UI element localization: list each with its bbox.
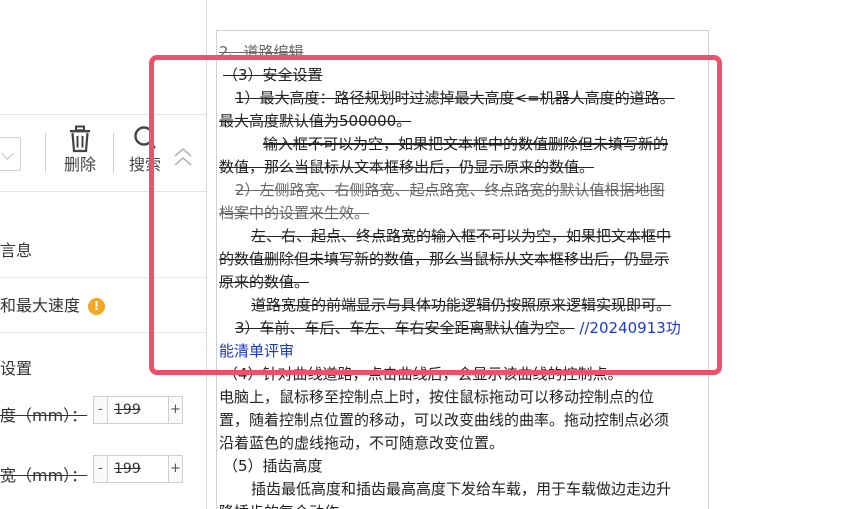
info-label: 言息 — [0, 241, 33, 260]
doc-line: 原来的数值。 — [219, 273, 310, 291]
chevron-down-icon — [1, 147, 14, 160]
delete-label: 删除 — [63, 155, 96, 174]
panel-row-speed[interactable]: 和最大速度! — [0, 279, 206, 333]
doc-line: 插齿最低高度和插齿最高高度下发给车载，用于车载做边走边升 — [251, 480, 672, 498]
doc-line: 道路宽度的前端显示与具体功能逻辑仍按照原来逻辑实现即可。 — [251, 296, 672, 314]
document-pane[interactable]: 2、道路编辑 （3）安全设置 1）最大高度：路径规划时过滤掉最大高度<=机器人高… — [216, 30, 709, 509]
height-input[interactable]: 199 — [108, 396, 168, 424]
height-increment-button[interactable]: + — [168, 396, 183, 424]
width-field-label: 宽（mm）： — [0, 466, 88, 485]
doc-line: （4）针对曲线道路，点击曲线后，会显示该曲线的控制点。 — [223, 365, 623, 383]
width-increment-button[interactable]: + — [168, 455, 183, 483]
width-stepper: - 199 + — [93, 455, 185, 483]
review-comment: 能清单评审 — [219, 342, 295, 360]
doc-line: （3）安全设置 — [223, 66, 323, 84]
doc-line: 降插齿的复合动作。 — [217, 501, 708, 509]
document-text: 2、道路编辑 （3）安全设置 1）最大高度：路径规划时过滤掉最大高度<=机器人高… — [217, 41, 708, 509]
doc-line: 2、道路编辑 — [219, 43, 304, 61]
doc-line: 沿着蓝色的虚线拖动，不可随意改变位置。 — [219, 434, 505, 452]
width-input[interactable]: 199 — [108, 455, 168, 483]
doc-line: 置，随着控制点位置的移动，可以改变曲线的曲率。拖动控制点必须 — [219, 411, 670, 429]
doc-line-part: 3）车前、车后、车左、车右安全距离默认值为空。 — [235, 319, 575, 337]
doc-line: 3）车前、车后、车左、车右安全距离默认值为空。 //20240913功 — [217, 317, 708, 340]
toolbar-divider — [113, 133, 114, 173]
speed-label: 和最大速度 — [0, 296, 81, 315]
dropdown-select[interactable] — [0, 137, 21, 171]
warning-icon: ! — [88, 298, 106, 315]
doc-line: （5）插齿高度 — [223, 457, 323, 475]
height-decrement-button[interactable]: - — [93, 396, 108, 424]
chevron-up-icon[interactable] — [172, 145, 194, 171]
panel-row-info[interactable]: 言息 — [0, 224, 206, 278]
search-button[interactable]: 搜索 — [125, 125, 165, 185]
doc-line: 的数值删除但未填写新的数值，那么当鼠标从文本框移出后，仍显示 — [219, 250, 670, 268]
search-label: 搜索 — [128, 155, 161, 174]
toolbar-divider — [45, 133, 46, 173]
trash-icon — [70, 125, 90, 153]
doc-line: 左、右、起点、终点路宽的输入框不可以为空，如果把文本框中 — [251, 227, 672, 245]
doc-line: 1）最大高度：路径规划时过滤掉最大高度<=机器人高度的道路。 — [235, 89, 675, 107]
settings-section-label: 设置 — [0, 359, 33, 378]
doc-line: 2）左侧路宽、右侧路宽、起点路宽、终点路宽的默认值根据地图 — [235, 181, 665, 199]
doc-line: 档案中的设置来生效。 — [219, 204, 370, 222]
width-decrement-button[interactable]: - — [93, 455, 108, 483]
doc-line: 最大高度默认值为500000。 — [219, 112, 412, 130]
doc-line: 输入框不可以为空，如果把文本框中的数值删除但未填写新的 — [263, 135, 669, 153]
height-field-label: 度（mm）： — [0, 406, 88, 425]
delete-button[interactable]: 删除 — [57, 125, 103, 185]
doc-line: 数值，那么当鼠标从文本框移出后，仍显示原来的数值。 — [219, 158, 595, 176]
settings-panel: 删除 搜索 言息 和最大速度! 设置 度（mm）： - 199 + 宽（mm）：… — [0, 0, 207, 509]
height-stepper: - 199 + — [93, 396, 185, 424]
search-icon — [134, 126, 156, 149]
review-comment: //20240913功 — [579, 319, 681, 337]
doc-line: 电脑上，鼠标移至控制点上时，按住鼠标拖动可以移动控制点的位 — [219, 388, 655, 406]
